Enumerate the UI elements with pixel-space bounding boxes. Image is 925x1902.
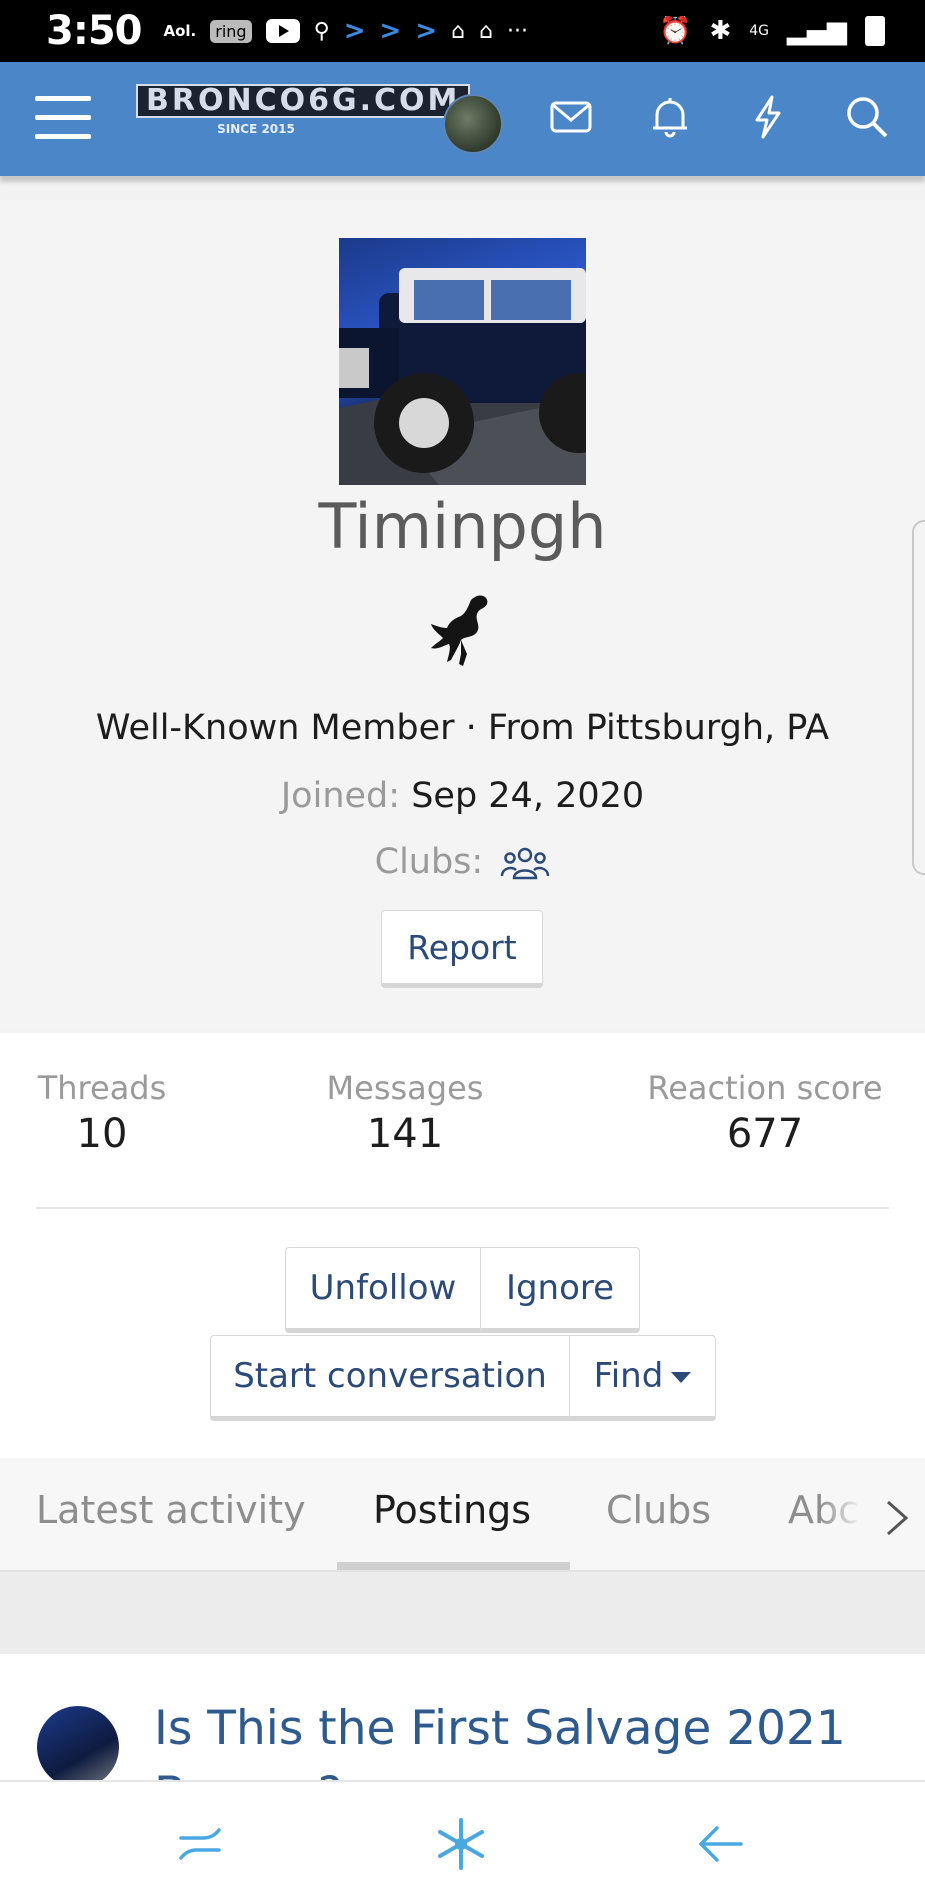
battery-icon — [865, 16, 885, 46]
stat-threads[interactable]: Threads 10 — [36, 1069, 168, 1157]
status-bar: 3:50 Aol. ring ⚲ > > > ⌂ ⌂ ··· ⏰ ✱ 4G ▂▄… — [0, 0, 925, 62]
back-arrow-icon[interactable] — [693, 1816, 749, 1872]
youtube-icon — [265, 19, 300, 43]
profile-avatar[interactable] — [339, 238, 586, 485]
find-label: Find — [593, 1356, 664, 1396]
alarm-icon: ⏰ — [659, 16, 692, 46]
joined-label: Joined: — [280, 776, 401, 816]
chevron-right-icon[interactable] — [884, 1498, 910, 1538]
usb-icon: ⚲ — [313, 18, 330, 44]
status-time: 3:50 — [46, 8, 142, 54]
menu-icon[interactable] — [35, 96, 91, 140]
network-type-icon: 4G — [749, 23, 769, 39]
more-notifications-icon: ··· — [507, 18, 529, 44]
home-icon: ⌂ — [451, 18, 466, 44]
aol-icon: Aol. — [163, 22, 197, 40]
find-dropdown-button[interactable]: Find — [569, 1335, 716, 1421]
list-item[interactable]: Is This the First Salvage 2021 Bronco? — [0, 1654, 925, 1780]
stat-label: Threads — [37, 1069, 167, 1107]
mail-icon[interactable] — [546, 92, 596, 142]
stat-value: 677 — [726, 1111, 804, 1157]
bottom-navigation-bar — [0, 1780, 925, 1902]
active-tab-indicator — [337, 1562, 570, 1570]
status-system-icons: ⏰ ✱ 4G ▂▄▆ — [659, 16, 885, 46]
profile-header: Timinpgh Well-Known Member · From Pittsb… — [0, 200, 925, 1030]
bell-icon[interactable] — [645, 92, 695, 142]
post-author-avatar[interactable] — [37, 1706, 119, 1780]
stat-label: Reaction score — [647, 1069, 883, 1107]
status-notification-icons: Aol. ring ⚲ > > > ⌂ ⌂ ··· — [164, 16, 529, 46]
tab-clubs[interactable]: Clubs — [606, 1488, 711, 1532]
home-snowflake-icon[interactable] — [433, 1816, 489, 1872]
stat-reaction-score[interactable]: Reaction score 677 — [640, 1069, 890, 1157]
profile-username: Timinpgh — [318, 490, 607, 563]
logo-text: BRONCO6G.COM — [136, 84, 471, 118]
user-avatar[interactable] — [443, 94, 503, 154]
stat-messages[interactable]: Messages 141 — [320, 1069, 490, 1157]
bronco-horse-icon — [431, 595, 488, 666]
logo-since: SINCE 2015 — [217, 122, 295, 136]
signal-icon: ▂▄▆ — [787, 16, 847, 46]
profile-tabs: Latest activity Postings Clubs Abc — [0, 1458, 925, 1572]
tab-postings[interactable]: Postings — [373, 1488, 531, 1532]
section-gap — [0, 1572, 925, 1654]
tab-latest-activity[interactable]: Latest activity — [36, 1488, 306, 1532]
notification-arrow-icon: > — [379, 16, 402, 46]
site-header: BRONCO6G.COM SINCE 2015 — [0, 62, 925, 176]
profile-stats: Threads 10 Messages 141 Reaction score 6… — [0, 1033, 925, 1458]
edge-panel-handle[interactable] — [912, 520, 925, 875]
recent-apps-icon[interactable] — [173, 1816, 229, 1872]
bluetooth-icon: ✱ — [709, 16, 732, 46]
member-title-location: Well-Known Member · From Pittsburgh, PA — [95, 708, 830, 748]
stat-label: Messages — [326, 1069, 484, 1107]
search-icon[interactable] — [842, 92, 892, 142]
site-logo[interactable]: BRONCO6G.COM SINCE 2015 — [136, 84, 471, 144]
bolt-icon[interactable] — [743, 92, 793, 142]
stat-value: 141 — [366, 1111, 444, 1157]
post-title-link[interactable]: Is This the First Salvage 2021 Bronco? — [154, 1696, 894, 1780]
stat-value: 10 — [76, 1111, 128, 1157]
joined-date: Joined: Sep 24, 2020 — [0, 776, 925, 816]
caret-down-icon — [671, 1372, 692, 1383]
home-icon: ⌂ — [479, 18, 494, 44]
notification-arrow-icon: > — [343, 16, 366, 46]
ring-icon: ring — [210, 19, 252, 43]
report-button[interactable]: Report — [381, 910, 543, 988]
ignore-button[interactable]: Ignore — [480, 1247, 640, 1333]
notification-arrow-icon: > — [415, 16, 438, 46]
clubs-label: Clubs: — [374, 842, 484, 882]
start-conversation-button[interactable]: Start conversation — [210, 1335, 570, 1421]
clubs-row: Clubs: — [0, 842, 925, 882]
clubs-users-icon[interactable] — [500, 846, 550, 880]
divider — [36, 1207, 889, 1209]
joined-value: Sep 24, 2020 — [411, 776, 645, 816]
unfollow-button[interactable]: Unfollow — [285, 1247, 481, 1333]
